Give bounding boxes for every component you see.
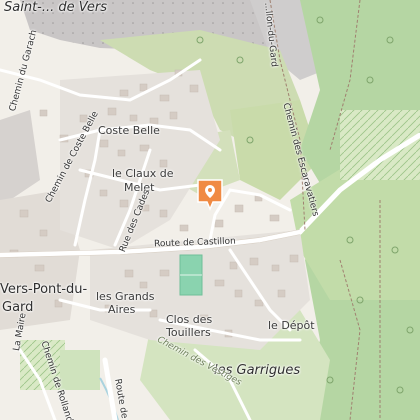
hamlet-label-grands-line2: Aires	[108, 303, 136, 316]
hamlet-label-coste-belle: Coste Belle	[98, 124, 160, 137]
hamlet-label-clos-line2: Touillers	[166, 326, 211, 339]
hamlet-label-depot: le Dépôt	[268, 319, 315, 332]
map-view[interactable]: Saint-... de Vers Coste Belle le Claux d…	[0, 0, 420, 420]
map-pin-icon[interactable]	[196, 178, 224, 212]
field-sw	[60, 350, 100, 390]
hamlet-label-grands-line1: les Grands	[96, 290, 155, 303]
hamlet-label-clos-line1: Clos des	[166, 313, 213, 326]
hamlet-label-claux-line1: le Claux de	[112, 167, 174, 180]
place-label-saint-vers: Saint-... de Vers	[4, 0, 108, 15]
place-label-vers-pont-line1: Vers-Pont-du-	[0, 282, 88, 297]
